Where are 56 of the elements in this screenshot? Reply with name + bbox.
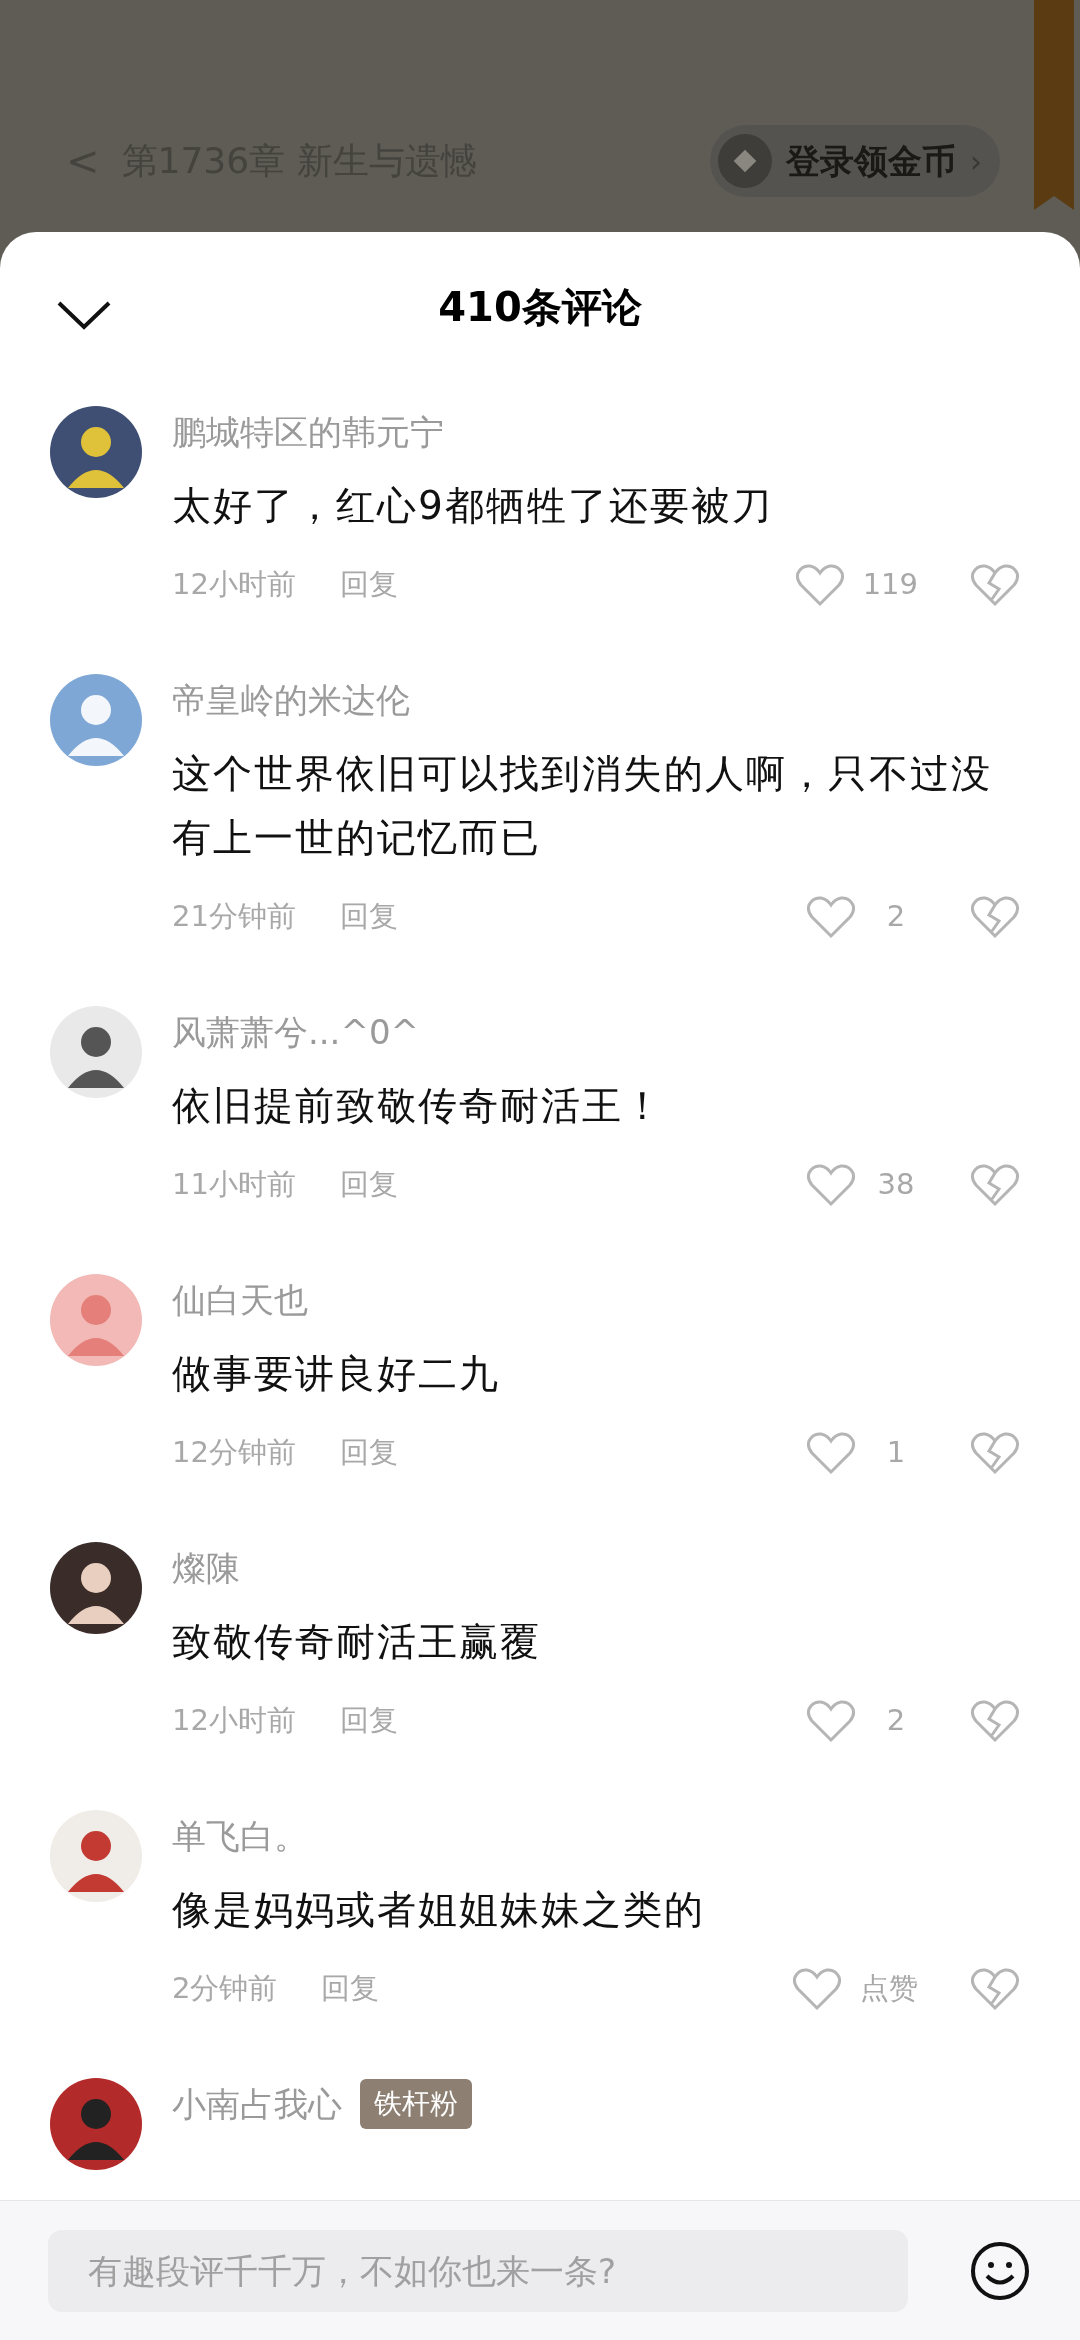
heart-icon (806, 895, 856, 939)
comment-input[interactable]: 有趣段评千千万，不如你也来一条? (48, 2229, 908, 2312)
broken-heart-icon[interactable] (970, 895, 1020, 939)
heart-icon (806, 1163, 856, 1207)
reply-button[interactable]: 回复 (321, 1967, 380, 2011)
avatar[interactable] (50, 2078, 142, 2170)
avatar[interactable] (50, 406, 142, 498)
fan-badge: 铁杆粉 (360, 2079, 472, 2129)
comment-text: 致敬传奇耐活王赢覆 (172, 1618, 542, 1666)
collapse-icon[interactable] (56, 300, 112, 330)
comment-text: 像是妈妈或者姐姐妹妹之类的 (172, 1886, 706, 1934)
username[interactable]: 帝皇岭的米达伦 (172, 674, 410, 726)
back-icon[interactable]: < (66, 131, 100, 191)
broken-heart-icon[interactable] (970, 563, 1020, 607)
heart-icon (792, 1967, 842, 2011)
timestamp: 12小时前 (172, 1702, 296, 1740)
like-button[interactable]: 1 (806, 1431, 918, 1475)
like-button[interactable]: 2 (806, 1699, 918, 1743)
timestamp: 11小时前 (172, 1166, 296, 1204)
comment-text: 依旧提前致敬传奇耐活王！ (172, 1082, 665, 1130)
broken-heart-icon[interactable] (970, 1431, 1020, 1475)
username[interactable]: 小南占我心 (172, 2078, 342, 2130)
timestamp: 2分钟前 (172, 1970, 278, 2008)
sheet-title: 410条评论 (438, 283, 642, 332)
reply-button[interactable]: 回复 (339, 1431, 398, 1475)
like-button[interactable]: 119 (794, 563, 918, 607)
comment-text: 做事要讲良好二九 (172, 1350, 501, 1398)
username[interactable]: 单飞白。 (172, 1810, 308, 1862)
broken-heart-icon[interactable] (970, 1967, 1020, 2011)
heart-icon (794, 563, 845, 607)
reply-button[interactable]: 回复 (339, 895, 398, 939)
avatar[interactable] (50, 1006, 142, 1098)
reply-button[interactable]: 回复 (339, 1699, 398, 1743)
username[interactable]: 仙白天也 (172, 1274, 308, 1326)
reply-button[interactable]: 回复 (339, 563, 398, 607)
broken-heart-icon[interactable] (970, 1699, 1020, 1743)
username[interactable]: 风萧萧兮...^0^ (172, 1006, 420, 1058)
emoji-icon[interactable] (970, 2240, 1030, 2301)
username[interactable]: 燦陳 (172, 1542, 240, 1594)
coin-button[interactable]: 登录领金币 › (710, 125, 1000, 197)
coin-icon (718, 134, 772, 188)
comment-text: 这个世界依旧可以找到消失的人啊，只不过没有上一世的记忆而已 (172, 750, 993, 862)
broken-heart-icon[interactable] (970, 1163, 1020, 1207)
bookmark-icon[interactable] (1034, 0, 1074, 210)
username[interactable]: 鹏城特区的韩元宁 (172, 406, 444, 458)
timestamp: 12分钟前 (172, 1434, 296, 1472)
comment-text: 太好了，红心9都牺牲了还要被刀 (172, 482, 774, 530)
avatar[interactable] (50, 1542, 142, 1634)
heart-icon (806, 1699, 856, 1743)
like-button[interactable]: 2 (806, 895, 918, 939)
reply-button[interactable]: 回复 (339, 1163, 398, 1207)
timestamp: 21分钟前 (172, 898, 296, 936)
like-button[interactable]: 点赞 (792, 1967, 918, 2011)
like-button[interactable]: 38 (806, 1163, 918, 1207)
heart-icon (806, 1431, 856, 1475)
timestamp: 12小时前 (172, 566, 296, 604)
